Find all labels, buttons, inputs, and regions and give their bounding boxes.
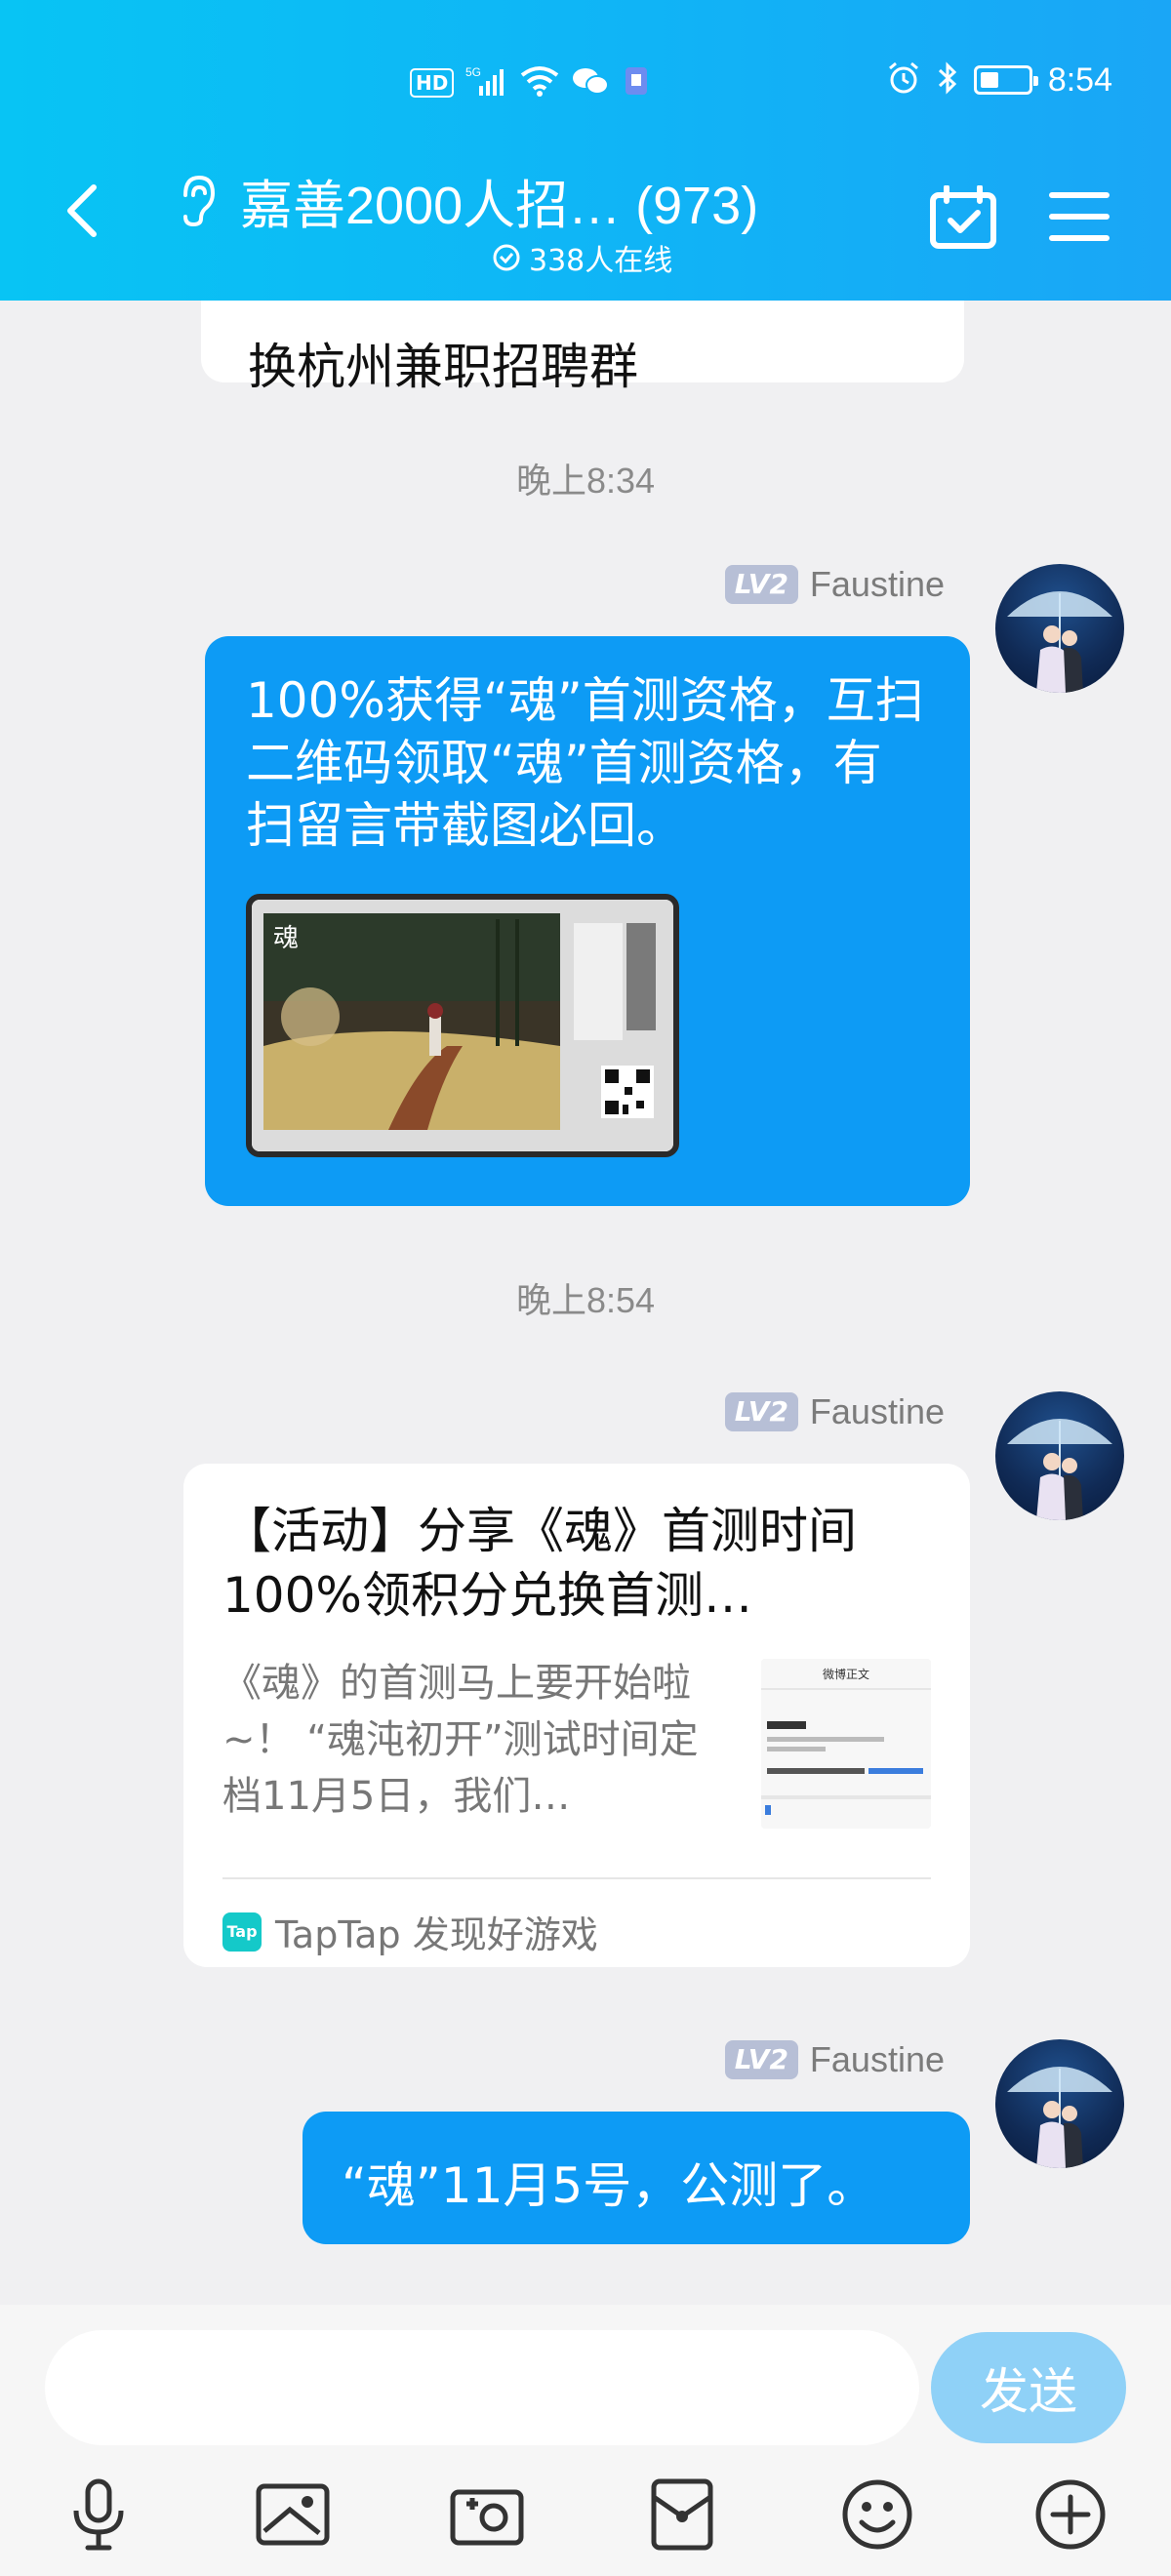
avatar[interactable] (995, 1391, 1124, 1520)
message-bubble[interactable]: “魂”11月5号，公测了。 (303, 2112, 970, 2244)
svg-text:微博正文: 微博正文 (823, 1667, 869, 1681)
game-qr-image[interactable]: 魂 (246, 894, 679, 1157)
hd-badge: HD (410, 68, 455, 98)
menu-button[interactable] (1048, 189, 1110, 248)
status-bar: HD 5G 8:54 (0, 57, 1171, 115)
red-packet-icon[interactable] (638, 2471, 726, 2558)
message-text: “魂”11月5号，公测了。 (342, 2157, 876, 2214)
previous-message-bubble[interactable]: 换杭州兼职招聘群 (201, 301, 964, 395)
back-button[interactable] (61, 181, 109, 250)
message-bubble[interactable]: 100%获得“魂”首测资格，互扫二维码领取“魂”首测资格，有扫留言带截图必回。 … (205, 636, 970, 1206)
battery-icon (973, 65, 1038, 95)
message-text: 100%获得“魂”首测资格，互扫二维码领取“魂”首测资格，有扫留言带截图必回。 (246, 672, 924, 854)
avatar[interactable] (995, 2039, 1124, 2168)
level-badge: LV2 (724, 565, 798, 604)
taptap-icon: Tap (222, 1912, 262, 1952)
card-thumbnail: 微博正文 (761, 1659, 931, 1829)
online-check-icon (493, 244, 520, 271)
sim-icon (622, 65, 651, 101)
card-source: Tap TapTap 发现好游戏 (222, 1905, 598, 1958)
signal-icon: 5G (465, 64, 508, 101)
level-badge: LV2 (724, 1392, 798, 1431)
menu-icon (1049, 192, 1110, 241)
online-count: 338人在线 (529, 244, 673, 278)
microphone-icon[interactable] (55, 2471, 142, 2558)
previous-message-text: 换杭州兼职招聘群 (248, 339, 638, 395)
link-share-card[interactable]: 【活动】分享《魂》首测时间 100%领积分兑换首测… 《魂》的首测马上要开始啦~… (183, 1464, 970, 1967)
group-title[interactable]: 嘉善2000人招… (973) (240, 162, 758, 239)
avatar[interactable] (995, 564, 1124, 693)
level-badge: LV2 (724, 2040, 798, 2079)
input-area: 发送 (0, 2305, 1171, 2576)
status-time: 8:54 (1047, 60, 1112, 99)
timestamp: 晚上8:54 (515, 1280, 656, 1320)
card-source-text: TapTap 发现好游戏 (275, 1913, 598, 1956)
ear-icon[interactable] (176, 174, 219, 232)
card-divider (222, 1877, 931, 1879)
status-indicators: HD 5G (410, 64, 651, 101)
message-input[interactable] (45, 2330, 919, 2445)
calendar-check-icon (930, 184, 996, 249)
card-description: 《魂》的首测马上要开始啦~！ “魂沌初开”测试时间定档11月5日，我们… (222, 1661, 699, 1819)
card-title: 【活动】分享《魂》首测时间 100%领积分兑换首测… (222, 1503, 857, 1624)
sender-info: LV2 Faustine (724, 564, 945, 605)
wechat-icon (571, 65, 610, 101)
photo-icon[interactable] (249, 2471, 337, 2558)
sender-name[interactable]: Faustine (810, 2039, 945, 2080)
sender-info: LV2 Faustine (724, 2039, 945, 2080)
svg-text:5G: 5G (465, 65, 481, 79)
camera-icon[interactable] (443, 2471, 531, 2558)
online-status: 338人在线 (492, 236, 672, 279)
sender-name[interactable]: Faustine (810, 1391, 945, 1432)
send-button[interactable]: 发送 (931, 2332, 1126, 2443)
chat-header: HD 5G 8:54 嘉善2000人招… (973) 338人在线 (0, 0, 1171, 301)
emoji-icon[interactable] (833, 2471, 921, 2558)
status-right: 8:54 (886, 60, 1112, 100)
sender-name[interactable]: Faustine (810, 564, 945, 605)
timestamp: 晚上8:34 (515, 461, 656, 501)
input-toolbar (0, 2471, 1171, 2568)
chat-area[interactable]: 换杭州兼职招聘群 晚上8:34 LV2 Faustine 100%获得“魂”首测… (0, 301, 1171, 2305)
wifi-icon (520, 65, 559, 101)
plus-icon[interactable] (1027, 2471, 1114, 2558)
alarm-icon (886, 60, 921, 100)
sender-info: LV2 Faustine (724, 1391, 945, 1432)
bluetooth-icon (937, 60, 958, 100)
calendar-button[interactable] (929, 184, 997, 254)
svg-text:魂: 魂 (273, 924, 299, 953)
